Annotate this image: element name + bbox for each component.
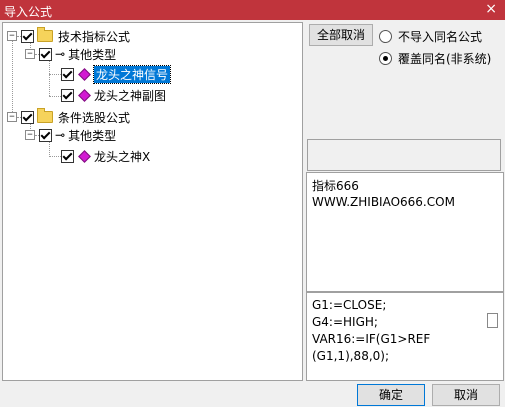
radio-label: 不导入同名公式 xyxy=(398,30,483,44)
cancel-button[interactable]: 取消 xyxy=(432,384,500,406)
tree-group-label: 技术指标公式 xyxy=(58,29,131,44)
code-line: VAR16:=IF(G1>REF xyxy=(312,332,431,346)
tree-subgroup-label: 其他类型 xyxy=(68,47,117,62)
collapse-toggle[interactable]: − xyxy=(25,49,35,59)
radio-button[interactable] xyxy=(379,52,392,65)
formula-icon xyxy=(78,88,91,102)
tree-item-formula[interactable]: 龙头之神X xyxy=(61,147,150,165)
folder-icon xyxy=(37,27,53,42)
tree-connector xyxy=(49,60,50,96)
checkbox[interactable] xyxy=(39,128,52,142)
tree-item-formula[interactable]: 龙头之神信号 xyxy=(61,64,172,84)
description-line: 指标666 xyxy=(312,179,359,193)
code-line: G1:=CLOSE; xyxy=(312,298,387,312)
collapse-toggle[interactable]: − xyxy=(25,130,35,140)
checkbox[interactable] xyxy=(21,110,34,124)
radio-button[interactable] xyxy=(379,30,392,43)
info-strip xyxy=(307,139,501,171)
description-line: WWW.ZHIBIAO666.COM xyxy=(312,195,455,209)
key-icon: ⊸ xyxy=(55,128,66,142)
checkbox[interactable] xyxy=(39,47,52,61)
tree-connector xyxy=(49,74,61,75)
tree-group-stock-screening[interactable]: − 条件选股公式 xyxy=(7,108,130,126)
radio-label: 覆盖同名(非系统) xyxy=(398,52,492,66)
description-box: 指标666 WWW.ZHIBIAO666.COM xyxy=(306,172,504,292)
tree-item-label: 龙头之神信号 xyxy=(92,64,172,84)
code-box[interactable]: G1:=CLOSE; G4:=HIGH; VAR16:=IF(G1>REF (G… xyxy=(306,292,504,381)
formula-icon xyxy=(78,67,91,81)
tree-connector xyxy=(49,96,61,97)
checkbox[interactable] xyxy=(61,67,74,81)
collapse-toggle[interactable]: − xyxy=(7,31,17,41)
tree-subgroup-other[interactable]: − ⊸ 其他类型 xyxy=(25,126,116,144)
tree-group-technical-indicators[interactable]: − 技术指标公式 xyxy=(7,27,130,45)
deselect-all-button[interactable]: 全部取消 xyxy=(309,24,373,46)
radio-no-import-same-name[interactable]: 不导入同名公式 xyxy=(379,28,482,45)
checkbox[interactable] xyxy=(21,29,34,43)
radio-overwrite-same-name[interactable]: 覆盖同名(非系统) xyxy=(379,50,491,67)
code-line: G4:=HIGH; xyxy=(312,315,378,329)
tree-item-label: 龙头之神副图 xyxy=(94,88,167,103)
collapse-toggle[interactable]: − xyxy=(7,112,17,122)
tree-item-formula[interactable]: 龙头之神副图 xyxy=(61,86,166,104)
formula-tree[interactable]: − 技术指标公式 − ⊸ 其他类型 龙头之神信号 龙头之神副图 − 条件选股公式… xyxy=(2,22,303,381)
tree-subgroup-label: 其他类型 xyxy=(68,128,117,143)
title-bar: 导入公式 × xyxy=(0,0,505,20)
code-line: (G1,1),88,0); xyxy=(312,349,390,363)
ok-button[interactable]: 确定 xyxy=(357,384,425,406)
checkbox[interactable] xyxy=(61,149,74,163)
window-title: 导入公式 xyxy=(4,5,53,19)
tree-item-label: 龙头之神X xyxy=(94,149,151,164)
folder-icon xyxy=(37,108,53,123)
tree-group-label: 条件选股公式 xyxy=(58,110,131,125)
close-icon[interactable]: × xyxy=(485,1,497,17)
tree-connector xyxy=(49,156,61,157)
tree-subgroup-other[interactable]: − ⊸ 其他类型 xyxy=(25,45,116,63)
scrollbar-thumb[interactable] xyxy=(487,313,498,328)
checkbox[interactable] xyxy=(61,88,74,102)
key-icon: ⊸ xyxy=(55,47,66,61)
formula-icon xyxy=(78,149,91,163)
